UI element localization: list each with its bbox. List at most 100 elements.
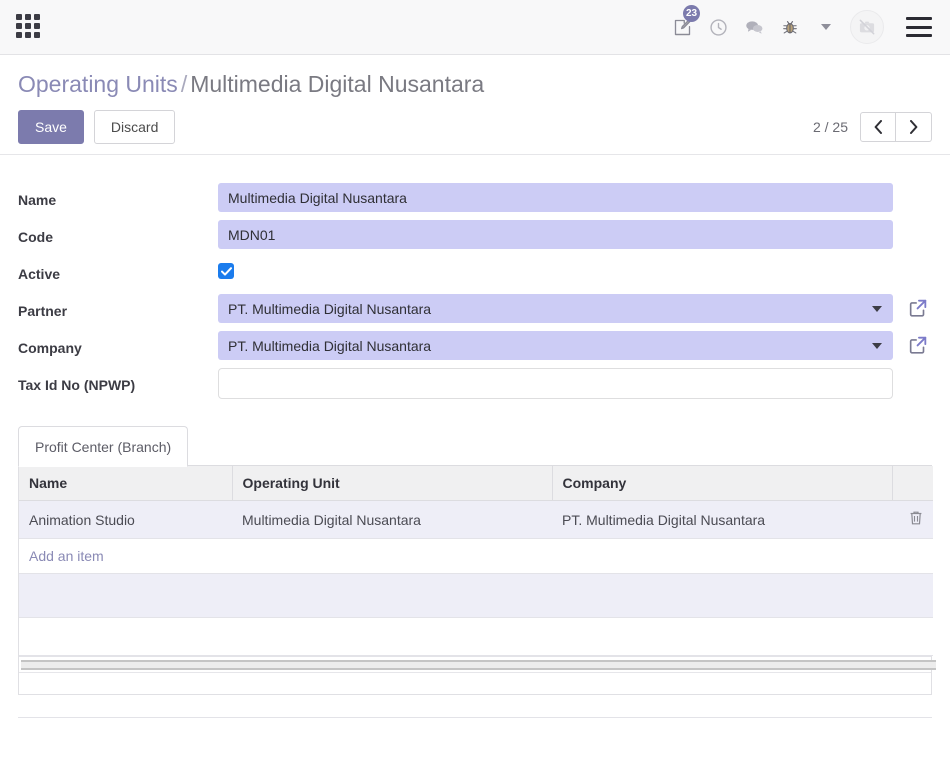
profit-center-table-wrap: Name Operating Unit Company Animation St…: [18, 466, 936, 695]
grid-dot: [34, 23, 40, 29]
table-bottom-spacer: [19, 672, 931, 694]
empty-cell: [892, 573, 933, 618]
bug-icon: [783, 21, 797, 34]
grid-dot: [16, 14, 22, 20]
empty-row: [19, 573, 933, 618]
check-icon: [220, 266, 232, 276]
record-pager: 2 / 25: [813, 112, 932, 142]
hamburger-menu-icon[interactable]: [906, 17, 932, 37]
save-button[interactable]: Save: [18, 110, 84, 144]
hamburger-line: [906, 17, 932, 20]
external-link-icon[interactable]: [907, 297, 929, 319]
trash-icon[interactable]: [909, 510, 923, 529]
partner-input[interactable]: [218, 294, 893, 323]
label-code: Code: [18, 229, 53, 245]
add-item-cell: Add an item: [19, 538, 232, 574]
label-company: Company: [18, 340, 82, 356]
company-input[interactable]: [218, 331, 893, 360]
add-an-item-link[interactable]: Add an item: [29, 548, 104, 564]
cell-operating-unit[interactable]: Multimedia Digital Nusantara: [232, 500, 552, 539]
name-input[interactable]: [218, 183, 893, 212]
add-item-filler: [552, 538, 892, 574]
grid-dot: [25, 23, 31, 29]
grid-dot: [34, 32, 40, 38]
empty-cell: [19, 573, 232, 618]
cell-name[interactable]: Animation Studio: [19, 500, 232, 539]
horizontal-scrollbar[interactable]: [19, 656, 936, 672]
hamburger-line: [906, 25, 932, 29]
top-navbar: 23: [0, 0, 950, 55]
scrollbar-thumb[interactable]: [21, 660, 936, 670]
chevron-down-icon: [821, 24, 831, 30]
pager-buttons: [860, 112, 932, 142]
column-header-actions: [892, 466, 933, 501]
pager-next-button[interactable]: [896, 112, 932, 142]
pager-previous-button[interactable]: [860, 112, 896, 142]
cell-company[interactable]: PT. Multimedia Digital Nusantara: [552, 500, 892, 539]
profit-center-table: Name Operating Unit Company Animation St…: [19, 466, 933, 656]
column-header-company[interactable]: Company: [552, 466, 893, 501]
user-menu-toggle[interactable]: [808, 0, 844, 55]
tab-filler-line: [188, 465, 932, 466]
column-header-name[interactable]: Name: [19, 466, 233, 501]
empty-cell: [552, 573, 892, 618]
activities-button[interactable]: [700, 0, 736, 55]
grid-dot: [16, 32, 22, 38]
grid-dot: [34, 14, 40, 20]
active-checkbox[interactable]: [218, 263, 234, 279]
pager-count: 2 / 25: [812, 119, 848, 135]
add-item-row[interactable]: Add an item: [19, 538, 933, 574]
page-divider: [18, 717, 932, 718]
messages-button[interactable]: [736, 0, 772, 55]
notebook-tabs: Profit Center (Branch): [18, 425, 932, 467]
form-fields: Name Code Active Partner: [18, 183, 932, 405]
tab-profit-center[interactable]: Profit Center (Branch): [18, 426, 189, 467]
grid-dot: [25, 14, 31, 20]
empty-row: [19, 617, 933, 656]
partner-select-wrap: [218, 294, 893, 323]
add-item-filler: [892, 538, 933, 574]
field-tax-id: [218, 368, 932, 405]
empty-cell: [19, 617, 232, 656]
clock-icon: [709, 18, 727, 36]
trash-glyph: [910, 511, 922, 525]
breadcrumb-current: Multimedia Digital Nusantara: [190, 71, 485, 97]
code-input[interactable]: [218, 220, 893, 249]
chat-bubble-icon: [746, 21, 763, 34]
label-active: Active: [18, 266, 61, 282]
label-tax-id: Tax Id No (NPWP): [18, 377, 136, 393]
cell-delete: [892, 500, 933, 539]
hamburger-line: [906, 34, 932, 37]
discard-button[interactable]: Discard: [93, 110, 176, 144]
systray: 23: [664, 0, 950, 54]
tax-id-input[interactable]: [218, 368, 893, 399]
empty-cell: [232, 617, 552, 656]
form-sheet: Name Code Active Partner: [0, 155, 950, 405]
empty-cell: [552, 617, 892, 656]
empty-cell: [892, 617, 933, 656]
breadcrumb-separator: /: [180, 71, 188, 97]
debug-button[interactable]: [772, 0, 808, 55]
field-active: [218, 257, 932, 294]
field-code: [218, 220, 932, 257]
apps-grid-icon[interactable]: [16, 14, 42, 40]
company-select-wrap: [218, 331, 893, 360]
column-header-operating-unit[interactable]: Operating Unit: [232, 466, 553, 501]
chevron-right-icon: [910, 120, 918, 134]
breadcrumb-root-link[interactable]: Operating Units: [18, 71, 178, 97]
add-item-filler: [232, 538, 552, 574]
note-counter-badge: 23: [683, 4, 700, 22]
avatar[interactable]: [850, 10, 884, 44]
grid-dot: [25, 32, 31, 38]
chevron-left-icon: [874, 120, 882, 134]
external-link-icon[interactable]: [907, 334, 929, 356]
label-partner: Partner: [18, 303, 68, 319]
grid-dot: [16, 23, 22, 29]
table-row[interactable]: Animation Studio Multimedia Digital Nusa…: [19, 500, 933, 539]
form-action-buttons: Save Discard: [18, 110, 932, 144]
camera-off-icon: [859, 19, 875, 35]
label-name: Name: [18, 192, 57, 208]
note-edit-button[interactable]: 23: [664, 0, 700, 55]
field-partner: [218, 294, 932, 331]
control-panel: Operating Units / Multimedia Digital Nusan…: [0, 55, 950, 155]
